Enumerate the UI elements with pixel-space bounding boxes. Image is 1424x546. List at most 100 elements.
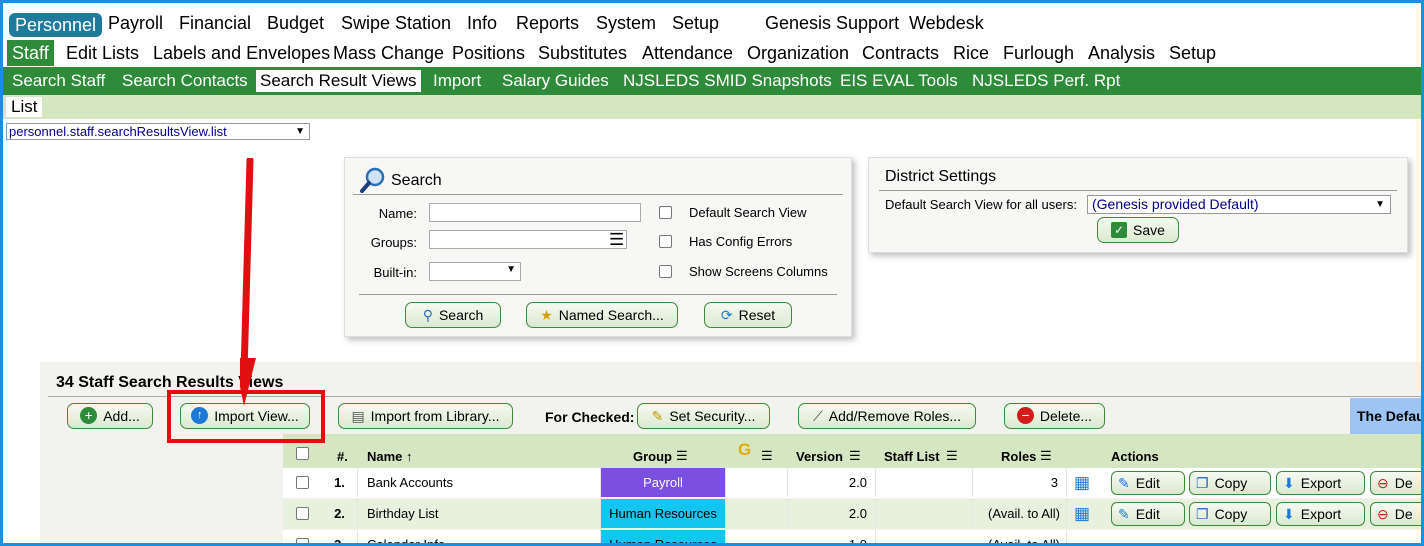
tab-setup[interactable]: Setup: [1169, 43, 1216, 64]
tab-organization[interactable]: Organization: [747, 43, 849, 64]
search-button-label: Search: [438, 307, 484, 323]
row-name[interactable]: Bank Accounts: [359, 468, 601, 497]
menu-webdesk[interactable]: Webdesk: [909, 13, 984, 34]
tab-search-result-views[interactable]: Search Result Views: [256, 70, 421, 92]
menu-setup[interactable]: Setup: [672, 13, 719, 34]
row-num: 2.: [322, 499, 358, 528]
save-label: Save: [1133, 222, 1165, 238]
sub-menu: Staff Edit Lists Labels and Envelopes Ma…: [3, 40, 1421, 66]
default-view-label: Default Search View for all users:: [885, 197, 1077, 212]
tab-edit-lists[interactable]: Edit Lists: [66, 43, 139, 64]
row-num: 1.: [322, 468, 358, 497]
export-button[interactable]: ⬇ Export: [1276, 502, 1365, 526]
row-checkbox[interactable]: [296, 507, 309, 520]
tab-njsleds-perf[interactable]: NJSLEDS Perf. Rpt: [972, 71, 1120, 91]
set-security-button[interactable]: ✎ Set Security...: [637, 403, 770, 429]
menu-system[interactable]: System: [596, 13, 656, 34]
list-icon[interactable]: ☰: [609, 230, 624, 249]
row-name[interactable]: Calendar Info: [359, 530, 601, 546]
menu-genesis-support[interactable]: Genesis Support: [765, 13, 899, 34]
menu-budget[interactable]: Budget: [267, 13, 324, 34]
edit-button[interactable]: ✎ Edit: [1111, 502, 1185, 526]
row-roles: (Avail. to All): [973, 530, 1067, 546]
genesis-g-icon: G: [738, 440, 752, 459]
select-all-checkbox[interactable]: [296, 447, 309, 460]
delete-row-button[interactable]: ⊖ De: [1370, 502, 1424, 526]
view-selector[interactable]: personnel.staff.searchResultsView.list ▼: [6, 123, 310, 140]
tab-labels-envelopes[interactable]: Labels and Envelopes: [153, 43, 330, 64]
tab-positions[interactable]: Positions: [452, 43, 525, 64]
tab-list[interactable]: List: [6, 97, 43, 117]
edit-button[interactable]: ✎ Edit: [1111, 471, 1185, 495]
stack-icon: ☰: [676, 448, 688, 463]
name-input[interactable]: [429, 203, 641, 222]
tab-analysis[interactable]: Analysis: [1088, 43, 1155, 64]
groups-label: Groups:: [370, 235, 417, 250]
tab-furlough[interactable]: Furlough: [1003, 43, 1074, 64]
add-button[interactable]: + Add...: [67, 403, 153, 429]
row-checkbox[interactable]: [296, 476, 309, 489]
delete-button[interactable]: − Delete...: [1004, 403, 1105, 429]
tab-njsleds-smid[interactable]: NJSLEDS SMID Snapshots: [623, 71, 832, 91]
col-group[interactable]: Group: [633, 449, 672, 464]
tab-rice[interactable]: Rice: [953, 43, 989, 64]
delete-row-button[interactable]: ⊖ De: [1370, 471, 1424, 495]
groups-input[interactable]: [429, 230, 627, 249]
search-button[interactable]: ⚲ Search: [405, 302, 501, 328]
default-view-select[interactable]: (Genesis provided Default) ▼: [1087, 195, 1391, 214]
builtin-select[interactable]: ▼: [429, 262, 521, 281]
col-name[interactable]: Name ↑: [367, 449, 413, 464]
stack-icon: ☰: [1040, 448, 1052, 463]
calendar-icon[interactable]: ▦: [1074, 504, 1090, 524]
plus-icon: +: [80, 407, 98, 424]
row-roles: 3: [973, 468, 1067, 497]
menu-financial[interactable]: Financial: [179, 13, 251, 34]
table-header: #. Name ↑ Group ☰ G ☰ Version ☰ Staff Li…: [283, 434, 1424, 468]
copy-button[interactable]: ❐ Copy: [1189, 471, 1271, 495]
show-screens-columns-checkbox[interactable]: [659, 265, 672, 278]
row-checkbox[interactable]: [296, 538, 309, 546]
tab-staff[interactable]: Staff: [7, 40, 54, 66]
divider: [359, 294, 837, 295]
menu-info[interactable]: Info: [467, 13, 497, 34]
tab-substitutes[interactable]: Substitutes: [538, 43, 627, 64]
import-library-label: Import from Library...: [370, 408, 500, 424]
tab-search-staff[interactable]: Search Staff: [12, 71, 105, 91]
row-name[interactable]: Birthday List: [359, 499, 601, 528]
col-roles[interactable]: Roles: [1001, 449, 1036, 464]
tab-salary-guides[interactable]: Salary Guides: [502, 71, 609, 91]
calendar-icon[interactable]: ▦: [1074, 473, 1090, 493]
import-library-button[interactable]: ▤ Import from Library...: [338, 403, 513, 429]
add-remove-roles-button[interactable]: ⟋ Add/Remove Roles...: [798, 403, 976, 429]
annotation-highlight-box: [167, 390, 325, 443]
pencil-icon: ✎: [651, 408, 664, 424]
menu-swipe-station[interactable]: Swipe Station: [341, 13, 451, 34]
col-version[interactable]: Version: [796, 449, 843, 464]
menu-payroll[interactable]: Payroll: [108, 13, 163, 34]
has-config-errors-checkbox[interactable]: [659, 235, 672, 248]
menu-personnel[interactable]: Personnel: [9, 13, 103, 37]
export-button[interactable]: ⬇ Export: [1276, 471, 1365, 495]
menu-reports[interactable]: Reports: [516, 13, 579, 34]
delete-row-label: De: [1394, 475, 1413, 491]
tab-attendance[interactable]: Attendance: [642, 43, 733, 64]
default-search-view-checkbox[interactable]: [659, 206, 672, 219]
tab-contracts[interactable]: Contracts: [862, 43, 939, 64]
tab-import[interactable]: Import: [433, 71, 481, 91]
edit-icon: ✎: [1118, 475, 1130, 491]
reset-button[interactable]: ⟳ Reset: [704, 302, 792, 328]
table-row: 3. Calendar Info Human Resources 1.0 (Av…: [283, 530, 1424, 546]
save-button[interactable]: ✓ Save: [1097, 217, 1179, 243]
copy-button[interactable]: ❐ Copy: [1189, 502, 1271, 526]
third-menu: Search Staff Search Contacts Search Resu…: [3, 67, 1421, 95]
divider: [353, 194, 843, 195]
stack-icon: ☰: [761, 448, 773, 463]
tab-eis-eval-tools[interactable]: EIS EVAL Tools: [840, 71, 958, 91]
tab-mass-change[interactable]: Mass Change: [333, 43, 444, 64]
stack-icon: ☰: [849, 448, 861, 463]
col-staff-list[interactable]: Staff List: [884, 449, 940, 464]
named-search-button[interactable]: ★ Named Search...: [526, 302, 678, 328]
tab-search-contacts[interactable]: Search Contacts: [122, 71, 248, 91]
group-badge: Human Resources: [601, 530, 726, 546]
table-row: 2. Birthday List Human Resources 2.0 (Av…: [283, 499, 1424, 529]
